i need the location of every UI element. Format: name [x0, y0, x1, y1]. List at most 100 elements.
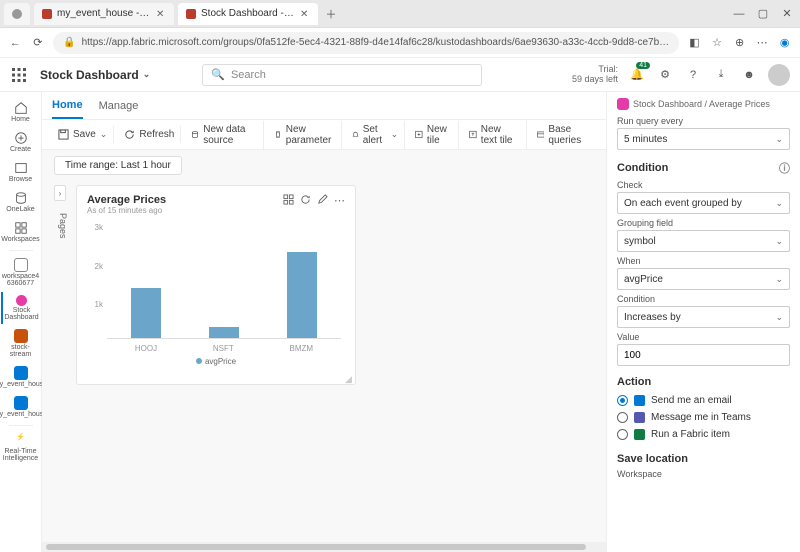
action-fabric-radio[interactable]: Run a Fabric item	[617, 426, 790, 443]
nav-stock-dashboard[interactable]: Stock Dashboard	[1, 292, 41, 324]
browser-profile-tab[interactable]	[4, 3, 30, 25]
xtick: NSFT	[213, 344, 234, 353]
tab-label: my_event_house - Real-Time Inte	[57, 8, 151, 19]
nav-create[interactable]: Create	[1, 128, 41, 156]
chevron-down-icon[interactable]: ⌄	[143, 69, 151, 80]
check-label: Check	[617, 180, 790, 190]
nav-browse[interactable]: Browse	[1, 158, 41, 186]
trial-status: Trial: 59 days left	[572, 65, 618, 85]
bar-chart: 3k 2k 1k HOOJNSFTBMZM	[87, 223, 345, 353]
window-minimize-button[interactable]: —	[730, 5, 748, 23]
window-close-button[interactable]: ✕	[778, 5, 796, 23]
pages-panel-label[interactable]: Pages	[54, 205, 68, 239]
left-nav-rail: Home Create Browse OneLake Workspaces wo…	[0, 92, 42, 552]
horizontal-scrollbar[interactable]	[42, 542, 606, 552]
chevron-down-icon: ⌄	[775, 312, 783, 323]
run-every-label: Run query every	[617, 116, 790, 126]
browser-tab-1[interactable]: my_event_house - Real-Time Inte ✕	[34, 3, 174, 25]
lock-icon: 🔒	[63, 37, 75, 48]
collections-icon[interactable]: ⊕	[732, 34, 747, 52]
nav-stock-stream[interactable]: stock-stream	[1, 326, 41, 361]
tile-subtitle: As of 15 minutes ago	[87, 206, 166, 215]
condition-label: Condition	[617, 294, 790, 304]
xtick: BMZM	[290, 344, 314, 353]
chart-legend: avgPrice	[87, 357, 345, 366]
favicon-icon	[42, 9, 52, 19]
nav-home[interactable]: Home	[1, 98, 41, 126]
value-label: Value	[617, 332, 790, 342]
time-range-picker[interactable]: Time range: Last 1 hour	[54, 156, 182, 175]
nav-eventhouse-2[interactable]: my_event_house	[1, 393, 41, 421]
new-text-tile-button[interactable]: New text tile	[463, 121, 527, 149]
back-button[interactable]: ←	[8, 34, 23, 52]
new-tile-button[interactable]: New tile	[409, 121, 459, 149]
action-heading: Action	[617, 376, 790, 388]
value-input[interactable]	[617, 344, 790, 366]
chevron-down-icon: ⌄	[775, 198, 783, 209]
help-icon[interactable]: ?	[684, 66, 702, 84]
close-icon[interactable]: ✕	[156, 9, 166, 19]
refresh-tile-icon[interactable]	[300, 194, 311, 205]
search-icon: 🔍	[211, 68, 225, 81]
dashboard-tabs: Home Manage	[42, 92, 606, 120]
nav-realtime-intelligence[interactable]: ⚡Real-Time Intelligence	[1, 430, 41, 465]
more-icon[interactable]: ⋯	[334, 194, 345, 207]
run-every-select[interactable]: 5 minutes⌄	[617, 128, 790, 150]
notifications-icon[interactable]: 🔔41	[628, 66, 646, 84]
browser-tab-2[interactable]: Stock Dashboard - Real-Time Inte ✕	[178, 3, 318, 25]
url-text: https://app.fabric.microsoft.com/groups/…	[82, 37, 670, 48]
outlook-icon	[634, 395, 645, 406]
page-title: Stock Dashboard ⌄	[40, 68, 150, 82]
condition-select[interactable]: Increases by⌄	[617, 306, 790, 328]
grouping-select[interactable]: symbol⌄	[617, 230, 790, 252]
edit-tile-icon[interactable]	[317, 194, 328, 205]
tab-manage[interactable]: Manage	[99, 94, 139, 118]
chart-tile-average-prices: Average Prices As of 15 minutes ago ⋯ 3k…	[76, 185, 356, 385]
explore-icon[interactable]	[283, 194, 294, 205]
app-launcher-icon[interactable]	[10, 66, 28, 84]
download-icon[interactable]: ⤓	[712, 66, 730, 84]
settings-gear-icon[interactable]: ⚙	[656, 66, 674, 84]
tab-home[interactable]: Home	[52, 93, 83, 119]
settings-icon[interactable]: ⋯	[755, 34, 770, 52]
copilot-icon[interactable]: ◉	[777, 34, 792, 52]
nav-eventhouse-1[interactable]: my_event_house	[1, 363, 41, 391]
new-parameter-button[interactable]: New parameter	[268, 121, 342, 149]
expand-pages-button[interactable]: ›	[54, 185, 66, 201]
new-data-source-button[interactable]: New data source	[185, 121, 264, 149]
refresh-button[interactable]: ⟳	[31, 34, 46, 52]
toolbar: Save⌄ Refresh New data source New parame…	[42, 120, 606, 150]
tile-title: Average Prices	[87, 194, 166, 206]
bar	[209, 327, 239, 339]
when-select[interactable]: avgPrice⌄	[617, 268, 790, 290]
search-input[interactable]: 🔍 Search	[202, 64, 482, 86]
action-email-radio[interactable]: Send me an email	[617, 392, 790, 409]
action-teams-radio[interactable]: Message me in Teams	[617, 409, 790, 426]
workspace-label: Workspace	[617, 469, 790, 479]
favicon-icon	[186, 9, 196, 19]
favorites-icon[interactable]: ☆	[710, 34, 725, 52]
dashboard-icon	[617, 98, 629, 110]
nav-workspaces[interactable]: Workspaces	[1, 218, 41, 246]
nav-onelake[interactable]: OneLake	[1, 188, 41, 216]
chevron-down-icon: ⌄	[775, 274, 783, 285]
close-icon[interactable]: ✕	[300, 9, 310, 19]
new-tab-button[interactable]: ＋	[322, 5, 340, 23]
save-location-heading: Save location	[617, 453, 790, 465]
window-maximize-button[interactable]: ▢	[754, 5, 772, 23]
save-button[interactable]: Save⌄	[52, 126, 114, 143]
main-content: Home Manage Save⌄ Refresh New data sourc…	[42, 92, 606, 552]
user-avatar[interactable]	[768, 64, 790, 86]
tab-label: Stock Dashboard - Real-Time Inte	[201, 8, 295, 19]
refresh-button[interactable]: Refresh	[118, 126, 181, 143]
address-bar[interactable]: 🔒 https://app.fabric.microsoft.com/group…	[53, 32, 679, 54]
info-icon[interactable]: ⓘ	[779, 160, 790, 176]
when-label: When	[617, 256, 790, 266]
set-alert-button[interactable]: Set alert⌄	[346, 121, 405, 149]
resize-handle-icon[interactable]: ◢	[345, 374, 353, 382]
check-select[interactable]: On each event grouped by⌄	[617, 192, 790, 214]
nav-workspace4[interactable]: workspace46360677	[1, 255, 41, 290]
feedback-icon[interactable]: ☻	[740, 66, 758, 84]
base-queries-button[interactable]: Base queries	[531, 121, 596, 149]
extensions-icon[interactable]: ◧	[687, 34, 702, 52]
